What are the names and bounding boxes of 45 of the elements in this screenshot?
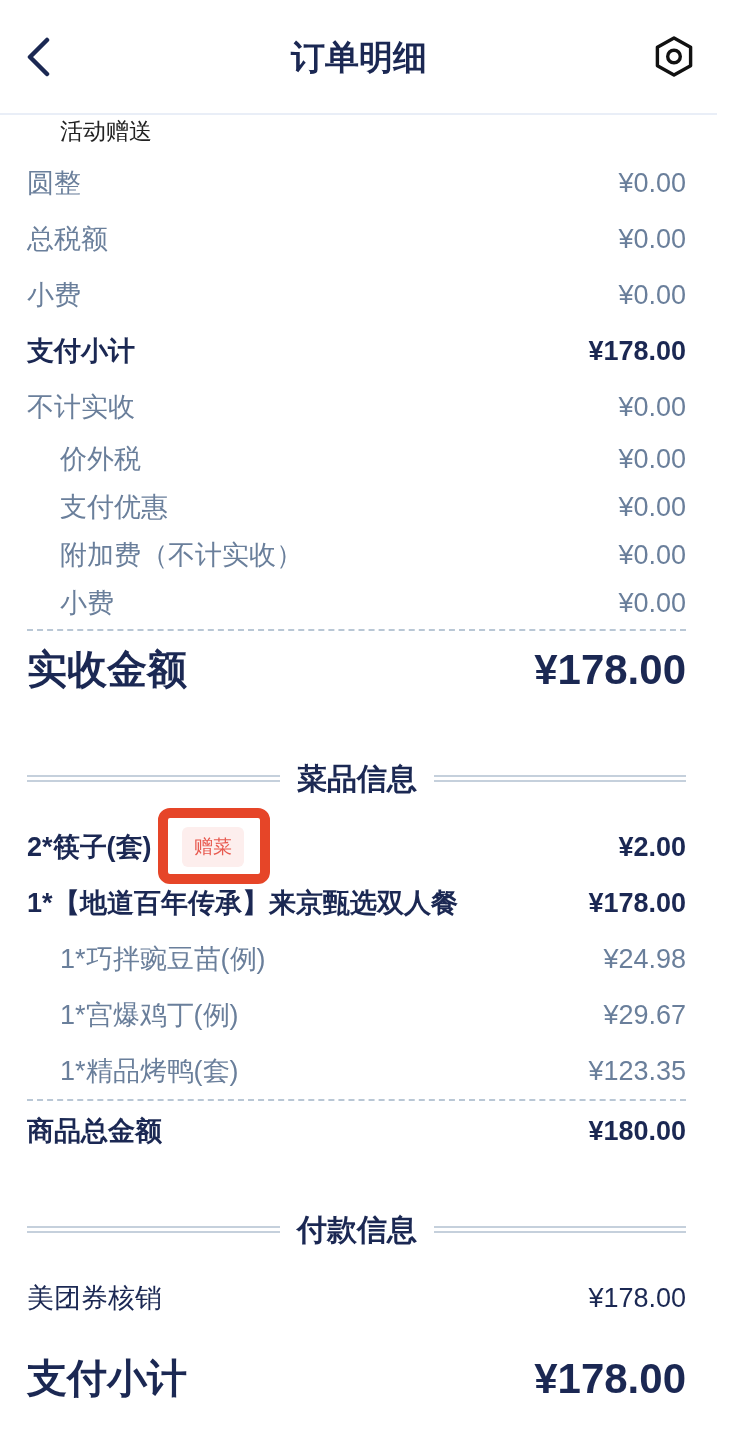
amount-value: ¥0.00 — [618, 490, 686, 524]
total-label: 实收金额 — [27, 646, 187, 693]
settings-button[interactable] — [655, 36, 693, 77]
dish-price: ¥29.67 — [603, 998, 686, 1032]
amount-label: 附加费（不计实收） — [60, 538, 303, 572]
amount-value: ¥0.00 — [618, 222, 686, 256]
dish-name: 2*筷子(套) — [27, 830, 152, 864]
total-amount: ¥178.00 — [534, 644, 686, 695]
page-title: 订单明细 — [290, 36, 427, 78]
dish-name: 1*巧拌豌豆苗(例) — [60, 942, 266, 976]
amount-label: 支付优惠 — [60, 490, 168, 524]
settings-icon — [655, 36, 693, 77]
dish-price: ¥178.00 — [588, 886, 686, 920]
gift-badge: 赠菜 — [181, 827, 244, 867]
dish-name: 1*精品烤鸭(套) — [60, 1054, 239, 1088]
subtotal-label: 支付小计 — [27, 1355, 187, 1402]
amount-label: 活动赠送 — [60, 116, 152, 146]
amount-label: 支付小计 — [27, 334, 135, 368]
section-title: 菜品信息 — [296, 760, 417, 797]
chevron-left-icon — [25, 36, 51, 77]
amount-value: ¥0.00 — [618, 442, 686, 476]
amount-label: 小费 — [27, 278, 81, 312]
amount-label: 总税额 — [27, 222, 108, 256]
amount-value: ¥0.00 — [618, 538, 686, 572]
total-label: 商品总金额 — [27, 1114, 162, 1148]
amount-label: 小费 — [60, 586, 114, 620]
amount-label: 圆整 — [27, 166, 81, 200]
section-title: 付款信息 — [296, 1211, 417, 1248]
amount-value: ¥0.00 — [618, 390, 686, 424]
subtotal-amount: ¥178.00 — [534, 1353, 686, 1404]
amount-value: ¥0.00 — [618, 166, 686, 200]
dish-price: ¥24.98 — [603, 942, 686, 976]
amount-label: 价外税 — [60, 442, 141, 476]
back-button[interactable] — [25, 36, 51, 77]
amount-value: ¥0.00 — [618, 586, 686, 620]
amount-label: 不计实收 — [27, 390, 135, 424]
total-amount: ¥180.00 — [588, 1114, 686, 1148]
payment-amount: ¥178.00 — [588, 1281, 686, 1315]
payment-label: 美团券核销 — [27, 1281, 162, 1315]
dish-name: 1*【地道百年传承】来京甄选双人餐 — [27, 886, 458, 920]
amount-value: ¥0.00 — [618, 278, 686, 312]
dish-price: ¥123.35 — [588, 1054, 686, 1088]
amount-value: ¥178.00 — [588, 334, 686, 368]
dish-price: ¥2.00 — [618, 830, 686, 864]
dish-name: 1*宫爆鸡丁(例) — [60, 998, 239, 1032]
